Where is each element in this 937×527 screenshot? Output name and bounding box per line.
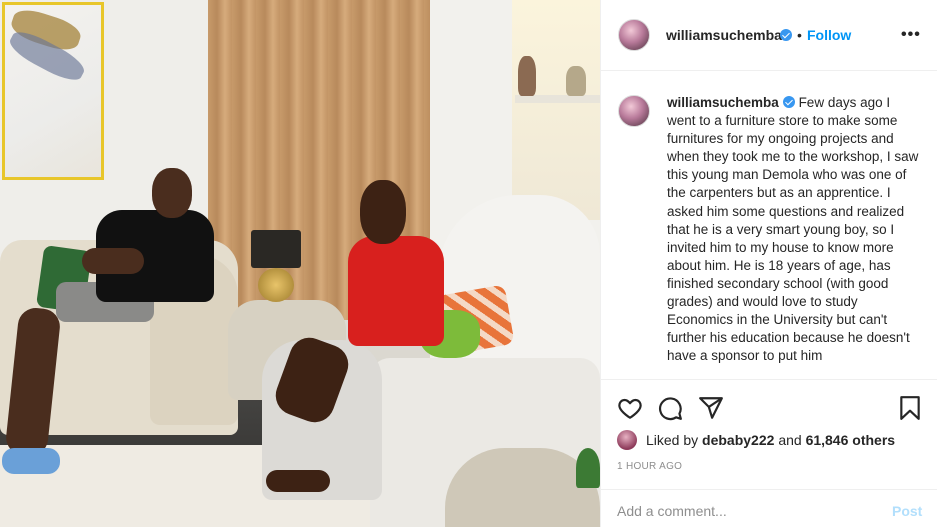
caption-body: Few days ago I went to a furniture store… (667, 95, 919, 364)
verified-badge-icon (780, 29, 792, 41)
verified-badge-icon (782, 96, 795, 108)
likes-conjunction: and (778, 432, 802, 448)
shelf (515, 95, 600, 103)
post-photo[interactable] (0, 0, 600, 527)
author-avatar[interactable] (618, 19, 650, 51)
caption-username[interactable]: williamsuchemba (667, 95, 779, 110)
person-foot (266, 470, 330, 492)
person-arm (82, 248, 144, 274)
vase (518, 56, 536, 96)
separator-dot: • (797, 27, 802, 43)
person-jersey (348, 236, 444, 346)
post-details-panel: williamsuchemba • Follow ••• williamsuch… (600, 0, 937, 527)
comment-icon[interactable] (657, 395, 683, 421)
likes-prefix: Liked by (646, 432, 699, 448)
slipper (2, 448, 60, 474)
wall-niche (512, 0, 600, 220)
person-head (360, 180, 406, 244)
likes-text: Liked by debaby222 and 61,846 others (646, 432, 895, 448)
heart-icon[interactable] (617, 395, 643, 421)
comment-input[interactable] (617, 501, 867, 521)
action-bar (601, 392, 937, 422)
add-comment-bar: Post (601, 489, 937, 527)
plant (576, 448, 600, 488)
liker-username[interactable]: debaby222 (702, 432, 774, 448)
lamp-shade (251, 230, 301, 268)
lamp-base (258, 268, 294, 302)
caption-section[interactable]: williamsuchemba Few days ago I went to a… (601, 71, 937, 380)
vase (566, 66, 586, 96)
post-comment-button[interactable]: Post (892, 503, 922, 519)
bookmark-icon[interactable] (897, 395, 923, 421)
likes-count[interactable]: 61,846 others (806, 432, 896, 448)
follow-button[interactable]: Follow (807, 27, 851, 43)
post-timestamp[interactable]: 1 HOUR AGO (617, 461, 682, 472)
author-username[interactable]: williamsuchemba (666, 27, 782, 43)
caption-author-avatar[interactable] (618, 95, 650, 127)
more-options-icon[interactable]: ••• (901, 26, 921, 44)
post-header: williamsuchemba • Follow ••• (601, 0, 937, 71)
share-icon[interactable] (698, 395, 724, 421)
wall-painting (2, 2, 104, 180)
caption-text-block: williamsuchemba Few days ago I went to a… (667, 94, 919, 365)
person-head (152, 168, 192, 218)
liker-avatar[interactable] (617, 430, 637, 450)
